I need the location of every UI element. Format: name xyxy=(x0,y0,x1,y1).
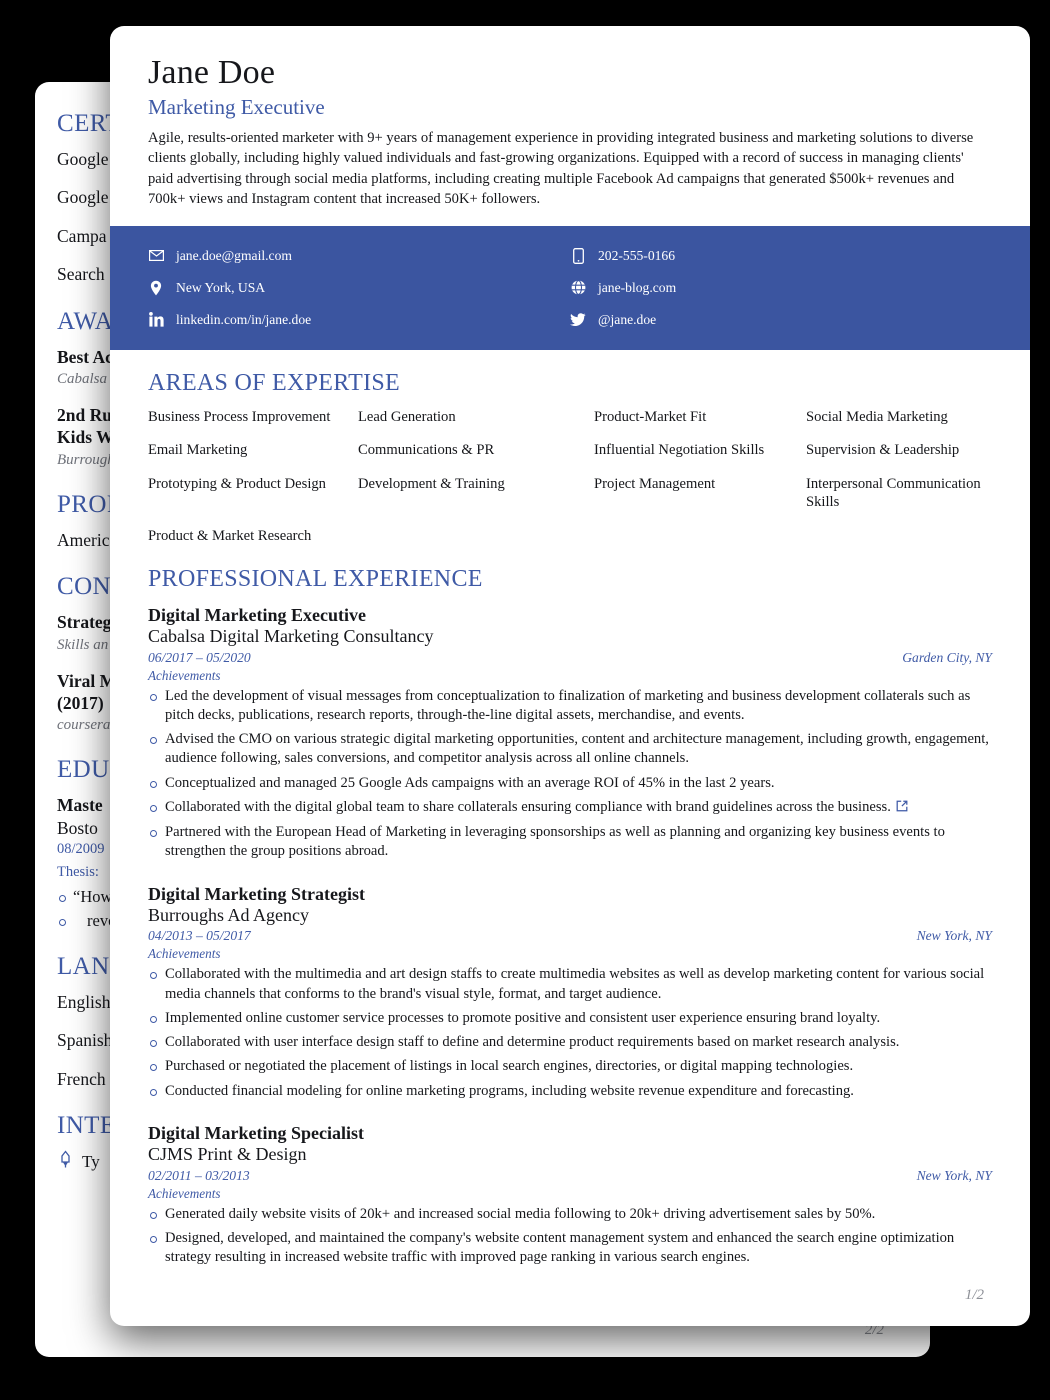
contact-location-value: New York, USA xyxy=(176,279,266,295)
expertise-item: Lead Generation xyxy=(358,408,456,425)
job-meta: 06/2017 – 05/2020 Garden City, NY xyxy=(148,650,992,666)
fountain-pen-icon xyxy=(57,1150,74,1174)
screenshot-stage: CERTIFICATES Google Google Campa Search … xyxy=(0,0,1050,1400)
linkedin-icon xyxy=(148,312,164,327)
achievements-label: Achievements xyxy=(148,946,221,962)
job-bullet-list: Collaborated with the multimedia and art… xyxy=(148,965,992,1101)
page-title: Jane Doe xyxy=(148,54,276,91)
job-bullet-list: Led the development of visual messages f… xyxy=(148,687,992,862)
contact-email-value: jane.doe@gmail.com xyxy=(176,247,292,263)
location-pin-icon xyxy=(148,280,164,296)
job-bullet: Partnered with the European Head of Mark… xyxy=(148,823,992,862)
job-bullet: Conducted financial modeling for online … xyxy=(148,1082,992,1101)
expertise-item: Influential Negotiation Skills xyxy=(594,442,765,459)
twitter-icon xyxy=(570,313,586,327)
job-title: Digital Marketing Specialist xyxy=(148,1122,364,1143)
job-bullet-text: Collaborated with user interface design … xyxy=(165,1034,900,1051)
job-bullet-text: Collaborated with the multimedia and art… xyxy=(165,966,985,1002)
job-bullet: Purchased or negotiated the placement of… xyxy=(148,1057,992,1076)
contact-item-phone[interactable]: 202-555-0166 xyxy=(570,240,992,272)
job-location: New York, NY xyxy=(916,1167,992,1183)
expertise-item: Supervision & Leadership xyxy=(806,442,960,459)
job-title: Digital Marketing Strategist xyxy=(148,883,365,904)
achievements-label: Achievements xyxy=(148,667,221,683)
expertise-item: Social Media Marketing xyxy=(806,408,948,425)
job-bullet-text: Conceptualized and managed 25 Google Ads… xyxy=(165,774,775,791)
job-meta: 02/2011 – 03/2013 New York, NY xyxy=(148,1168,992,1184)
experience-entry: Digital Marketing Executive Cabalsa Digi… xyxy=(148,605,992,862)
contact-item-email[interactable]: jane.doe@gmail.com xyxy=(148,240,570,272)
achievements-label: Achievements xyxy=(148,1185,221,1201)
job-dates: 04/2013 – 05/2017 xyxy=(148,928,251,944)
job-bullet-text: Designed, developed, and maintained the … xyxy=(165,1229,955,1266)
job-company: Cabalsa Digital Marketing Consultancy xyxy=(148,625,434,646)
job-bullet: Generated daily website visits of 20k+ a… xyxy=(148,1205,992,1224)
experience-section: PROFESSIONAL EXPERIENCE Digital Marketin… xyxy=(110,566,1030,1268)
professional-summary: Agile, results-oriented marketer with 9+… xyxy=(148,130,974,208)
experience-entry: Digital Marketing Specialist CJMS Print … xyxy=(148,1123,992,1268)
job-bullet-text: Collaborated with the digital global tea… xyxy=(165,798,891,815)
contact-linkedin-value: linkedin.com/in/jane.doe xyxy=(176,311,312,327)
contact-column-right: 202-555-0166 jane-blog.com @jane.doe xyxy=(570,240,992,336)
job-company: Burroughs Ad Agency xyxy=(148,904,309,925)
job-location: New York, NY xyxy=(916,928,992,944)
job-role-subtitle: Marketing Executive xyxy=(148,95,325,119)
job-meta: 04/2013 – 05/2017 New York, NY xyxy=(148,928,992,944)
section-heading-experience: PROFESSIONAL EXPERIENCE xyxy=(148,565,483,592)
job-bullet-list: Generated daily website visits of 20k+ a… xyxy=(148,1205,992,1268)
job-bullet: Collaborated with the digital global tea… xyxy=(148,798,992,818)
expertise-item: Project Management xyxy=(594,476,716,493)
contact-column-left: jane.doe@gmail.com New York, USA linkedi… xyxy=(148,240,570,336)
job-bullet: Implemented online customer service proc… xyxy=(148,1009,992,1028)
globe-icon xyxy=(570,280,586,296)
envelope-icon xyxy=(148,250,164,262)
expertise-grid: Business Process Improvement Lead Genera… xyxy=(148,409,992,546)
contact-bar: jane.doe@gmail.com New York, USA linkedi… xyxy=(110,225,1030,350)
expertise-section: AREAS OF EXPERTISE Business Process Impr… xyxy=(110,370,1030,546)
expertise-item: Product & Market Research xyxy=(148,527,312,544)
job-bullet-text: Implemented online customer service proc… xyxy=(165,1009,881,1026)
job-bullet: Collaborated with user interface design … xyxy=(148,1033,992,1052)
job-bullet: Conceptualized and managed 25 Google Ads… xyxy=(148,774,992,793)
job-bullet-text: Purchased or negotiated the placement of… xyxy=(165,1058,854,1075)
contact-phone-value: 202-555-0166 xyxy=(598,247,676,263)
expertise-item: Development & Training xyxy=(358,476,505,493)
job-location: Garden City, NY xyxy=(902,649,992,665)
resume-page-1-card[interactable]: Jane Doe Marketing Executive Agile, resu… xyxy=(110,26,1030,1326)
job-dates: 02/2011 – 03/2013 xyxy=(148,1167,250,1183)
contact-twitter-value: @jane.doe xyxy=(598,311,657,327)
contact-item-website[interactable]: jane-blog.com xyxy=(570,272,992,304)
job-bullet: Advised the CMO on various strategic dig… xyxy=(148,730,992,769)
job-title: Digital Marketing Executive xyxy=(148,604,366,625)
job-bullet-text: Conducted financial modeling for online … xyxy=(165,1082,854,1099)
job-bullet-text: Generated daily website visits of 20k+ a… xyxy=(165,1205,876,1222)
expertise-item: Communications & PR xyxy=(358,442,495,459)
job-bullet-text: Advised the CMO on various strategic dig… xyxy=(165,731,989,767)
experience-entry: Digital Marketing Strategist Burroughs A… xyxy=(148,884,992,1101)
job-bullet-text: Partnered with the European Head of Mark… xyxy=(165,824,945,860)
mobile-phone-icon xyxy=(570,247,586,264)
back-interest-label: Ty xyxy=(82,1152,100,1172)
job-bullet: Designed, developed, and maintained the … xyxy=(148,1229,992,1268)
job-dates: 06/2017 – 05/2020 xyxy=(148,649,251,665)
job-bullet: Led the development of visual messages f… xyxy=(148,687,992,726)
section-heading-expertise: AREAS OF EXPERTISE xyxy=(148,369,400,396)
expertise-item: Prototyping & Product Design xyxy=(148,476,326,493)
header-block: Jane Doe Marketing Executive Agile, resu… xyxy=(110,54,1030,210)
expertise-item: Business Process Improvement xyxy=(148,408,331,425)
external-link-icon[interactable] xyxy=(896,799,908,818)
expertise-item: Product-Market Fit xyxy=(594,408,707,425)
expertise-item: Interpersonal Communication Skills xyxy=(806,476,981,511)
contact-website-value: jane-blog.com xyxy=(598,279,677,295)
contact-item-twitter[interactable]: @jane.doe xyxy=(570,304,992,336)
expertise-item: Email Marketing xyxy=(148,442,248,459)
job-bullet-text: Led the development of visual messages f… xyxy=(165,687,971,723)
contact-item-linkedin[interactable]: linkedin.com/in/jane.doe xyxy=(148,304,570,336)
job-company: CJMS Print & Design xyxy=(148,1144,307,1165)
contact-item-location[interactable]: New York, USA xyxy=(148,272,570,304)
page-number-front: 1/2 xyxy=(964,1287,984,1303)
job-bullet: Collaborated with the multimedia and art… xyxy=(148,965,992,1004)
